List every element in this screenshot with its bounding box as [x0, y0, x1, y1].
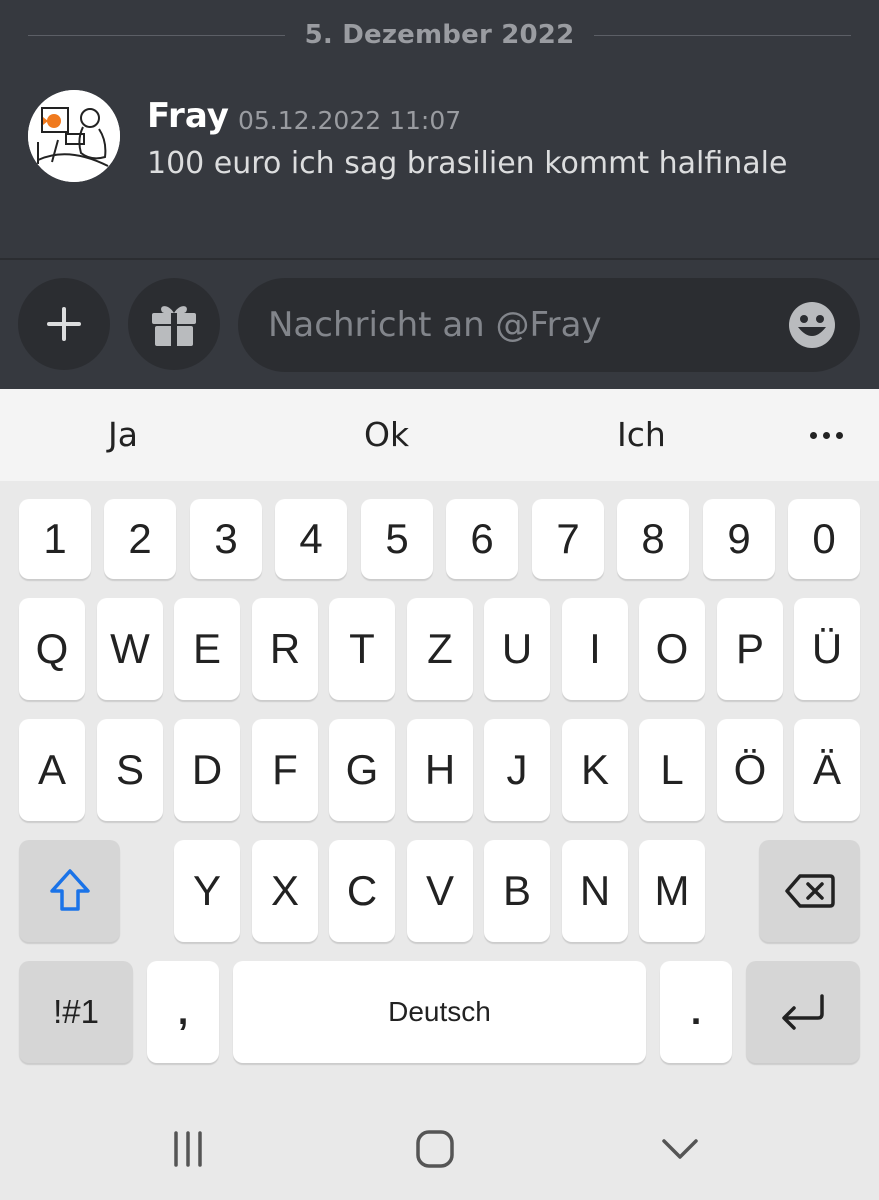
back-icon [662, 1139, 698, 1159]
dot [809, 431, 817, 439]
key-x[interactable]: X [252, 840, 318, 942]
key-b[interactable]: B [484, 840, 550, 942]
key-1[interactable]: 1 [19, 499, 91, 579]
message-composer [0, 258, 879, 389]
keyboard: 1 2 3 4 5 6 7 8 9 0 Q W E R T Z U I O P … [0, 481, 879, 1100]
shift-icon [49, 869, 90, 911]
key-q[interactable]: Q [19, 598, 85, 700]
key-2[interactable]: 2 [104, 499, 176, 579]
chat-area: 5. Dezember 2022 Fray 05.12.2022 11:07 1… [0, 0, 879, 258]
symbols-key[interactable]: !#1 [19, 961, 133, 1063]
key-m[interactable]: M [639, 840, 705, 942]
key-u[interactable]: U [484, 598, 550, 700]
suggestion-item[interactable]: Ja [108, 389, 138, 481]
avatar-drawing [28, 90, 120, 182]
key-l[interactable]: L [639, 719, 705, 821]
message-timestamp: 05.12.2022 11:07 [238, 106, 462, 135]
key-w[interactable]: W [97, 598, 163, 700]
key-i[interactable]: I [562, 598, 628, 700]
key-z[interactable]: Z [407, 598, 473, 700]
message-input[interactable] [268, 278, 768, 372]
enter-icon [782, 994, 824, 1030]
key-n[interactable]: N [562, 840, 628, 942]
key-g[interactable]: G [329, 719, 395, 821]
home-icon [416, 1130, 454, 1168]
period-key[interactable]: . [660, 961, 732, 1063]
key-p[interactable]: P [717, 598, 783, 700]
backspace-key[interactable] [759, 840, 860, 942]
key-oe[interactable]: Ö [717, 719, 783, 821]
key-ue[interactable]: Ü [794, 598, 860, 700]
key-0[interactable]: 0 [788, 499, 860, 579]
key-ae[interactable]: Ä [794, 719, 860, 821]
key-6[interactable]: 6 [446, 499, 518, 579]
key-y[interactable]: Y [174, 840, 240, 942]
message-input-container[interactable] [238, 278, 860, 372]
shift-key[interactable] [19, 840, 120, 942]
key-9[interactable]: 9 [703, 499, 775, 579]
suggestion-bar: Ja Ok Ich [0, 389, 879, 481]
key-4[interactable]: 4 [275, 499, 347, 579]
space-key[interactable]: Deutsch [233, 961, 646, 1063]
key-a[interactable]: A [19, 719, 85, 821]
home-button[interactable] [405, 1124, 465, 1174]
suggestion-item[interactable]: Ich [617, 389, 666, 481]
key-r[interactable]: R [252, 598, 318, 700]
suggestion-item[interactable]: Ok [364, 389, 409, 481]
key-t[interactable]: T [329, 598, 395, 700]
system-navigation-bar [0, 1100, 879, 1200]
message: Fray 05.12.2022 11:07 100 euro ich sag b… [28, 90, 859, 190]
message-author[interactable]: Fray [147, 96, 229, 136]
emoji-icon[interactable] [788, 301, 836, 349]
key-5[interactable]: 5 [361, 499, 433, 579]
plus-icon [47, 307, 81, 341]
recent-apps-button[interactable] [158, 1124, 218, 1174]
dot [822, 431, 830, 439]
key-c[interactable]: C [329, 840, 395, 942]
key-s[interactable]: S [97, 719, 163, 821]
divider [28, 34, 285, 36]
key-k[interactable]: K [562, 719, 628, 821]
date-separator-label: 5. Dezember 2022 [304, 20, 575, 50]
enter-key[interactable] [746, 961, 860, 1063]
more-options-button[interactable] [800, 415, 852, 455]
gift-button[interactable] [128, 278, 220, 370]
add-attachment-button[interactable] [18, 278, 110, 370]
key-h[interactable]: H [407, 719, 473, 821]
comma-key[interactable]: , [147, 961, 219, 1063]
key-o[interactable]: O [639, 598, 705, 700]
date-separator: 5. Dezember 2022 [28, 18, 851, 52]
key-j[interactable]: J [484, 719, 550, 821]
key-f[interactable]: F [252, 719, 318, 821]
back-button[interactable] [650, 1124, 710, 1174]
gift-icon [152, 306, 196, 346]
recent-apps-icon [174, 1131, 202, 1167]
avatar[interactable] [28, 90, 120, 182]
divider [594, 34, 851, 36]
key-8[interactable]: 8 [617, 499, 689, 579]
key-3[interactable]: 3 [190, 499, 262, 579]
key-7[interactable]: 7 [532, 499, 604, 579]
key-d[interactable]: D [174, 719, 240, 821]
dot [835, 431, 843, 439]
key-v[interactable]: V [407, 840, 473, 942]
key-e[interactable]: E [174, 598, 240, 700]
backspace-icon [784, 874, 835, 908]
message-text: 100 euro ich sag brasilien kommt halfina… [147, 146, 788, 181]
